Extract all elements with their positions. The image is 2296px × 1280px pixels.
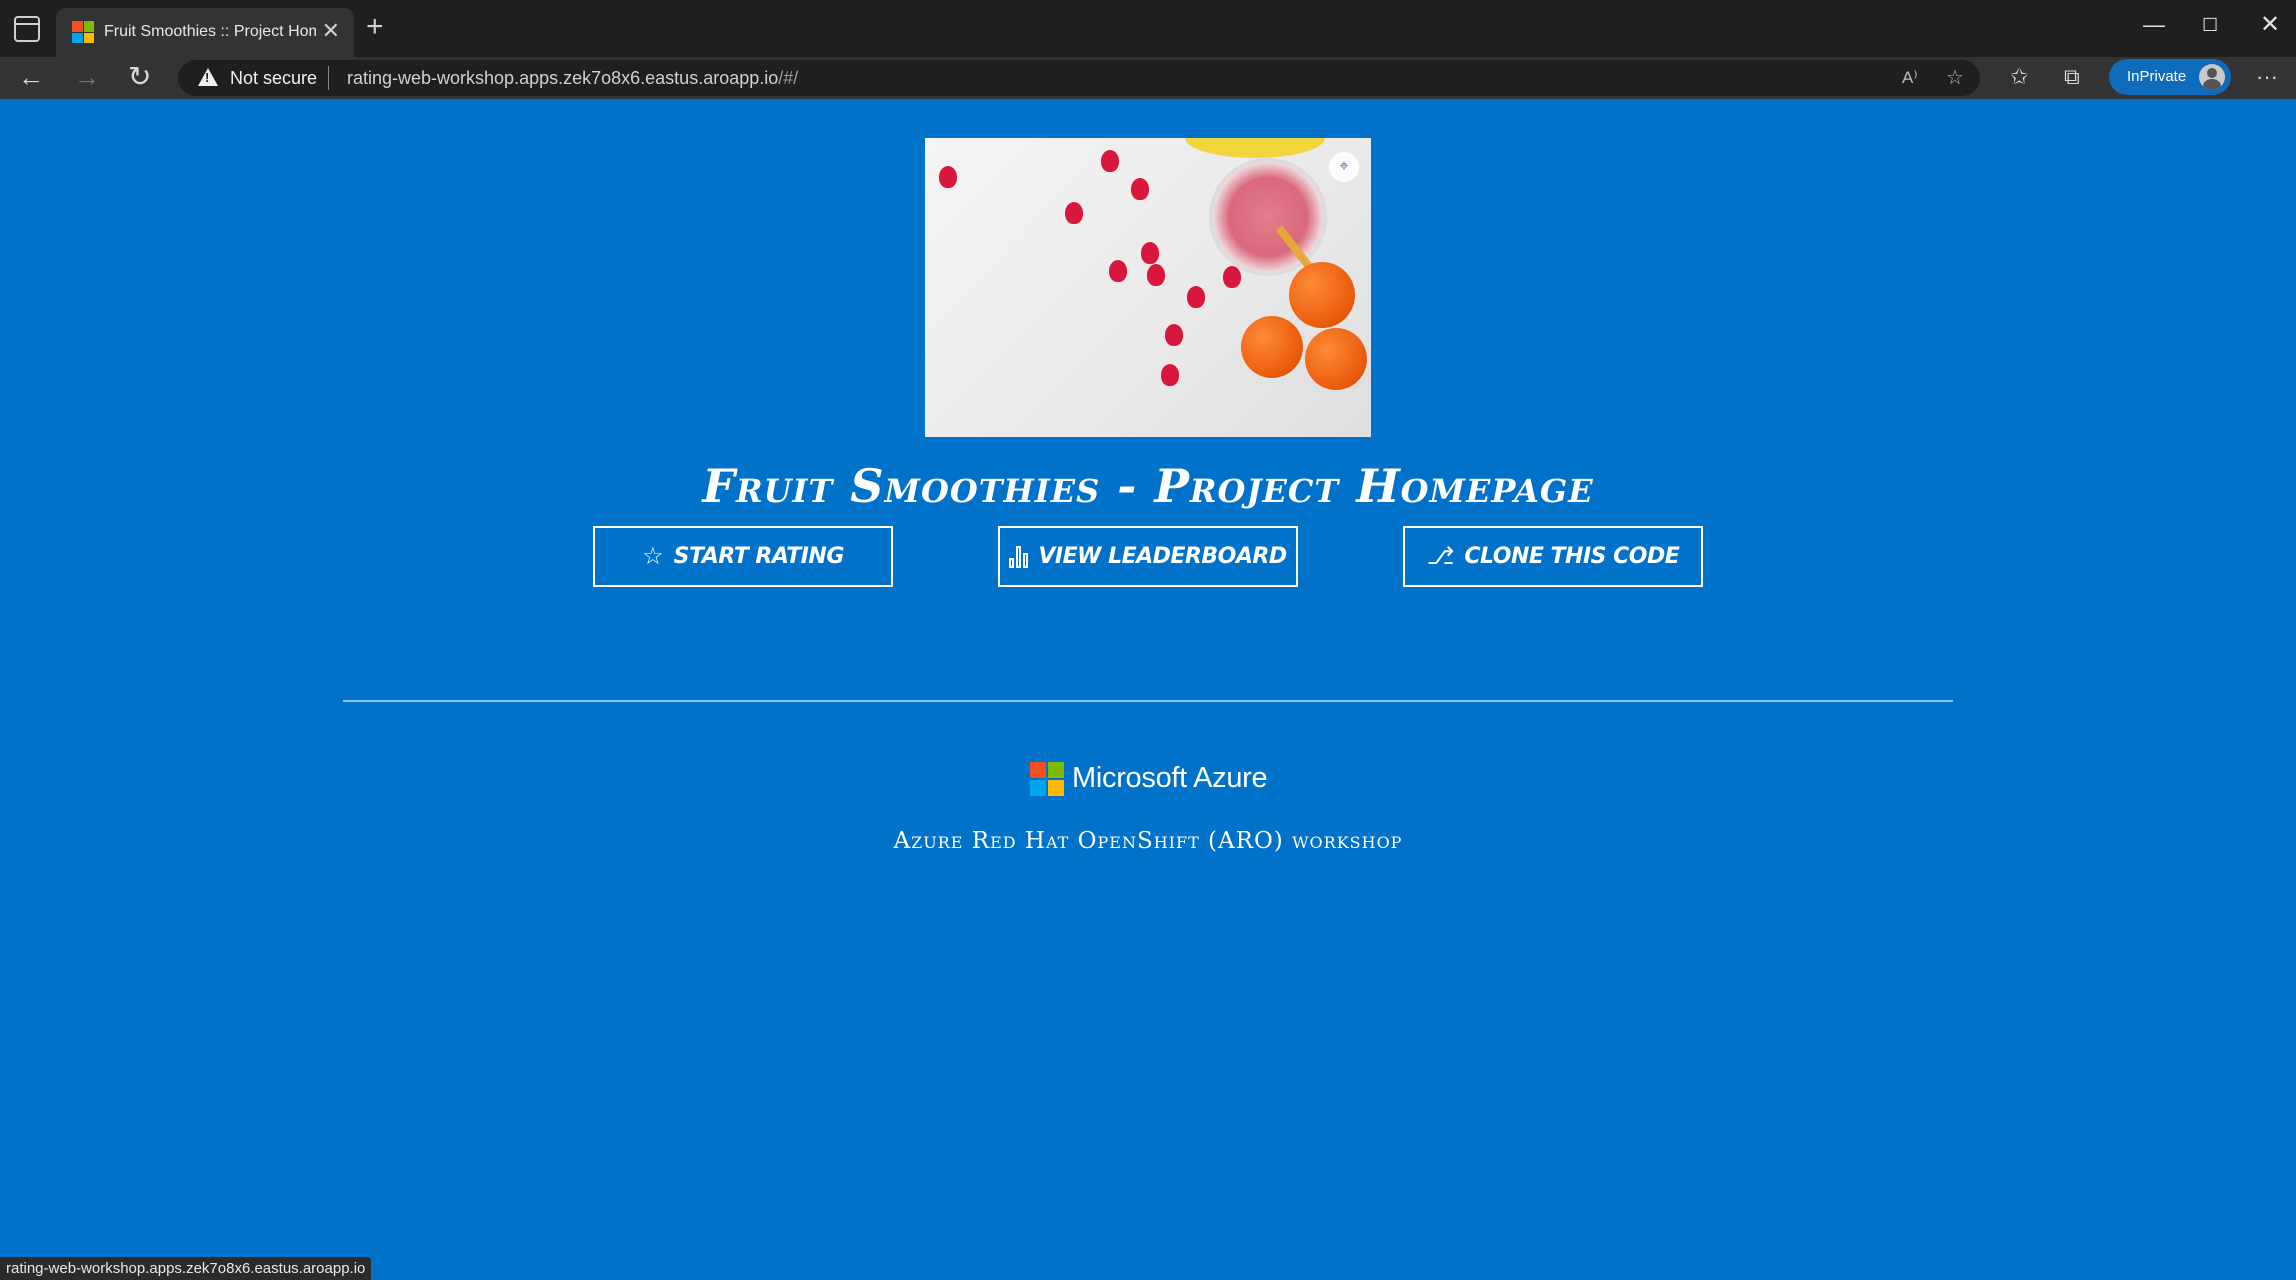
hero-image: ⌖	[925, 138, 1371, 437]
window-close-icon[interactable]: ✕	[2260, 10, 2280, 40]
forward-arrow-icon[interactable]: →	[74, 61, 100, 93]
tab-close-icon[interactable]: ✕	[322, 20, 340, 42]
section-divider	[343, 700, 1953, 702]
tab-fruit-smoothies[interactable]: Fruit Smoothies :: Project Homepage ✕	[56, 8, 354, 57]
brand-name: Microsoft Azure	[1072, 762, 1268, 794]
microsoft-favicon-icon	[72, 21, 94, 43]
address-bar[interactable]: Not secure rating-web-workshop.apps.zek7…	[178, 60, 1980, 96]
add-favorite-icon[interactable]: ☆	[1946, 67, 1964, 89]
raspberry-shape	[1131, 178, 1149, 200]
raspberry-shape	[1065, 202, 1083, 224]
tab-actions-icon[interactable]	[14, 16, 40, 42]
read-aloud-icon[interactable]: A⁾	[1902, 67, 1918, 89]
orange-shape	[1305, 328, 1367, 390]
star-icon: ☆	[642, 542, 664, 570]
raspberry-shape	[1165, 324, 1183, 346]
visual-search-icon[interactable]: ⌖	[1329, 152, 1359, 182]
security-label[interactable]: Not secure	[230, 68, 317, 88]
inprivate-label: InPrivate	[2127, 68, 2187, 85]
minimize-icon[interactable]: —	[2143, 10, 2165, 40]
orange-shape	[1241, 316, 1303, 378]
browser-toolbar: ← → ↻ Not secure rating-web-workshop.app…	[0, 57, 2296, 99]
url-host: rating-web-workshop.apps.zek7o8x6.eastus…	[347, 68, 779, 88]
clone-code-button[interactable]: ⎇ Clone this code	[1403, 526, 1703, 587]
raspberry-shape	[1141, 242, 1159, 264]
favorites-icon[interactable]: ✩	[2010, 63, 2028, 91]
start-rating-label: Start Rating	[673, 544, 845, 569]
raspberry-shape	[1109, 260, 1127, 282]
raspberry-shape	[1223, 266, 1241, 288]
banana-shape	[1185, 138, 1325, 158]
view-leaderboard-button[interactable]: View Leaderboard	[998, 526, 1298, 587]
start-rating-button[interactable]: ☆ Start Rating	[593, 526, 893, 587]
collections-icon[interactable]: ⧉	[2064, 63, 2080, 91]
clone-code-label: Clone this code	[1464, 544, 1680, 569]
github-icon: ⎇	[1426, 542, 1455, 570]
status-bar-url: rating-web-workshop.apps.zek7o8x6.eastus…	[0, 1257, 372, 1280]
more-options-icon[interactable]: ···	[2256, 63, 2278, 91]
smoothie-glass-shape	[1209, 158, 1327, 276]
warning-icon[interactable]	[198, 68, 218, 86]
raspberry-shape	[1147, 264, 1165, 286]
bar-chart-icon	[1009, 545, 1029, 568]
workshop-subtitle: Azure Red Hat OpenShift (ARO) workshop	[893, 828, 1403, 854]
browser-tab-bar: Fruit Smoothies :: Project Homepage ✕ + …	[0, 0, 2296, 57]
tab-title: Fruit Smoothies :: Project Homepage	[104, 23, 316, 40]
maximize-icon[interactable]: ☐	[2202, 10, 2218, 40]
orange-shape	[1289, 262, 1355, 328]
inprivate-button[interactable]: InPrivate	[2109, 59, 2231, 95]
view-leaderboard-label: View Leaderboard	[1038, 544, 1287, 569]
back-arrow-icon[interactable]: ←	[18, 61, 44, 93]
url-text[interactable]: rating-web-workshop.apps.zek7o8x6.eastus…	[347, 68, 798, 88]
microsoft-logo-icon	[1030, 762, 1064, 796]
raspberry-shape	[1101, 150, 1119, 172]
url-path: /#/	[778, 68, 799, 88]
raspberry-shape	[939, 166, 957, 188]
new-tab-icon[interactable]: +	[366, 12, 384, 42]
raspberry-shape	[1161, 364, 1179, 386]
address-separator	[328, 66, 329, 90]
page-title: Fruit Smoothies - Project Homepage	[702, 459, 1594, 513]
avatar	[2199, 64, 2225, 90]
reload-icon[interactable]: ↻	[128, 61, 151, 93]
raspberry-shape	[1187, 286, 1205, 308]
